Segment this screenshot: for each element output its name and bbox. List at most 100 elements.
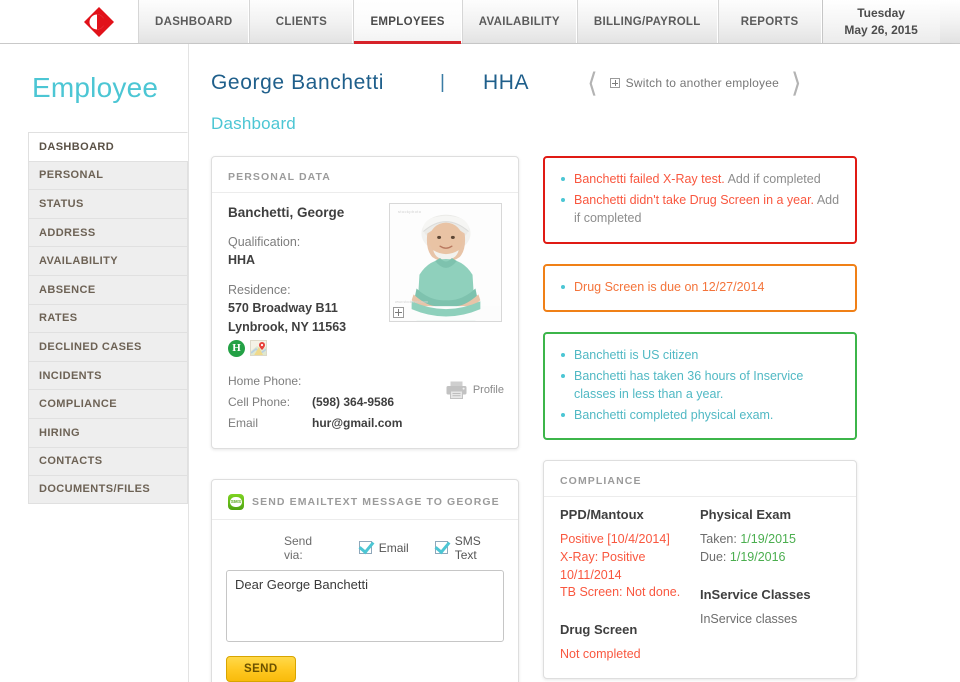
sidebar-item-label: DECLINED CASES [39,340,142,353]
nav-tab-billing-payroll[interactable]: BILLING/PAYROLL [576,0,718,43]
sidebar-item-absence[interactable]: ABSENCE [28,274,188,304]
compliance-column-left: PPD/Mantoux Positive [10/4/2014] X-Ray: … [560,507,700,664]
send-message-title-text: SEND EMAILTEXT MESSAGE TO GEORGE [252,495,500,508]
page-title: George Banchetti [211,71,385,94]
employee-switcher: ⟨ Switch to another employee ⟩ [587,70,801,97]
personal-data-body: stockphoto www.stockphoto.com Banchetti,… [212,193,518,448]
checkbox-checked-icon [358,541,372,555]
sidebar-item-label: CONTACTS [39,455,103,468]
ppd-line-4: TB Screen: Not done. [560,585,681,600]
expand-photo-icon[interactable] [393,307,404,318]
nav-left-spacer [0,0,60,43]
home-h-icon[interactable]: H [228,339,245,357]
company-logo[interactable] [60,0,138,43]
print-profile-button[interactable]: Profile [446,381,504,399]
current-date-display: Tuesday May 26, 2015 [821,0,940,43]
sidebar-item-label: INCIDENTS [39,369,102,382]
switch-employee-button[interactable]: Switch to another employee [609,76,779,90]
nav-tab-label: AVAILABILITY [478,15,560,28]
sms-option-label: SMS Text [454,533,481,562]
list-item: Banchetti completed physical exam. [559,406,841,425]
drug-screen-heading: Drug Screen [560,622,638,637]
nav-tab-reports[interactable]: REPORTS [717,0,822,43]
nav-tab-availability[interactable]: AVAILABILITY [461,0,577,43]
send-button[interactable]: SEND [226,655,296,682]
photo-watermark-secondary: www.stockphoto.com [395,300,428,304]
sidebar-item-personal[interactable]: PERSONAL [28,160,188,190]
ppd-line-2: X-Ray: Positive [560,549,646,564]
message-textarea[interactable] [226,569,504,642]
sidebar-item-label: COMPLIANCE [39,398,117,411]
sidebar-item-rates[interactable]: RATES [28,303,188,333]
header-divider: | [440,72,445,93]
nav-tab-employees[interactable]: EMPLOYEES [353,0,462,44]
ppd-line-3: 10/11/2014 [560,567,622,582]
send-via-row: Send via: Email SMS Text [226,530,504,570]
warning-alerts-box: Drug Screen is due on 12/27/2014 [543,263,857,312]
email-row: Email hur@gmail.com [228,413,502,434]
breadcrumb: Dashboard [211,114,296,133]
employee-photo-frame: stockphoto www.stockphoto.com [389,203,502,322]
dashboard-content: PERSONAL DATA stockphoto www.stockphoto.… [189,134,960,682]
critical-alerts-box: Banchetti failed X-Ray test. Add if comp… [543,156,857,244]
chevron-right-icon[interactable]: ⟩ [791,70,802,97]
sidebar-item-contacts[interactable]: CONTACTS [28,446,188,476]
sidebar-item-label: RATES [39,312,78,325]
employee-header-row: George Banchetti | HHA ⟨ Switch to anoth… [211,66,960,100]
sidebar-item-status[interactable]: STATUS [28,189,188,218]
cell-phone-value: (598) 364-9586 [312,395,395,410]
date-full: May 26, 2015 [844,22,918,37]
chevron-left-icon[interactable]: ⟨ [587,70,598,97]
drug-screen-status: Not completed [560,647,641,661]
sidebar-section-title: Employee [32,72,159,103]
nav-tab-label: REPORTS [740,15,799,28]
google-maps-icon[interactable] [250,340,267,357]
right-content-column: Banchetti failed X-Ray test. Add if comp… [543,156,857,682]
compliance-card-title: COMPLIANCE [544,461,856,497]
alert-main-text: Banchetti failed X-Ray test. [574,172,725,186]
sidebar-item-hiring[interactable]: HIRING [28,417,188,447]
sidebar-item-declined-cases[interactable]: DECLINED CASES [28,332,188,361]
sidebar-item-address[interactable]: ADDRESS [28,217,188,247]
top-navigation-bar: DASHBOARD CLIENTS EMPLOYEES AVAILABILITY… [0,0,960,44]
physical-taken-row: Taken: 1/19/2015 [700,531,840,549]
sidebar-item-compliance[interactable]: COMPLIANCE [28,389,188,418]
sidebar-item-dashboard[interactable]: DASHBOARD [28,132,188,161]
email-label: Email [228,416,259,431]
success-alerts-box: Banchetti is US citizen Banchetti has ta… [543,332,857,440]
sidebar-item-label: DOCUMENTS/FILES [39,483,151,496]
nav-tab-clients[interactable]: CLIENTS [249,0,354,43]
compliance-grid: PPD/Mantoux Positive [10/4/2014] X-Ray: … [544,497,856,678]
send-via-sms-checkbox[interactable]: SMS Text [434,533,504,562]
nav-tab-label: EMPLOYEES [370,15,445,28]
alert-main-text: Banchetti didn't take Drug Screen in a y… [574,192,815,207]
nav-tab-label: DASHBOARD [155,15,233,28]
sidebar-nav-list: DASHBOARD PERSONAL STATUS ADDRESS AVAILA… [0,132,188,504]
send-message-body: Send via: Email SMS Text SEND [212,520,518,682]
sidebar-item-label: AVAILABILITY [39,255,118,268]
sidebar-item-label: DASHBOARD [39,140,115,153]
physical-exam-heading: Physical Exam [700,507,792,522]
alert-main-text: Banchetti completed physical exam. [574,407,774,422]
printer-icon [446,381,467,399]
sidebar-item-documents-files[interactable]: DOCUMENTS/FILES [28,475,188,504]
alert-main-text: Drug Screen is due on 12/27/2014 [574,279,765,294]
inservice-line-1: InService classes [700,611,798,626]
ppd-line-1: Positive [10/4/2014] [560,532,670,546]
send-message-card: SMS SEND EMAILTEXT MESSAGE TO GEORGE Sen… [211,478,519,682]
employee-qualification-title: HHA [482,71,530,94]
list-item: Banchetti failed X-Ray test. Add if comp… [559,170,841,189]
list-item: Banchetti has taken 36 hours of Inservic… [559,367,841,404]
sidebar-item-incidents[interactable]: INCIDENTS [28,360,188,390]
nav-tab-label: BILLING/PAYROLL [593,15,701,28]
sidebar-item-label: ADDRESS [39,226,96,239]
sidebar-item-label: HIRING [39,426,80,439]
nav-tab-dashboard[interactable]: DASHBOARD [138,0,250,43]
inservice-classes-heading: InService Classes [700,586,811,602]
sidebar-item-label: ABSENCE [39,283,96,296]
email-value: hur@gmail.com [312,416,403,431]
warning-alerts-list: Drug Screen is due on 12/27/2014 [559,278,841,297]
sidebar-item-availability[interactable]: AVAILABILITY [28,246,188,275]
sidebar-item-label: STATUS [39,197,84,210]
send-via-email-checkbox[interactable]: Email [358,541,409,555]
